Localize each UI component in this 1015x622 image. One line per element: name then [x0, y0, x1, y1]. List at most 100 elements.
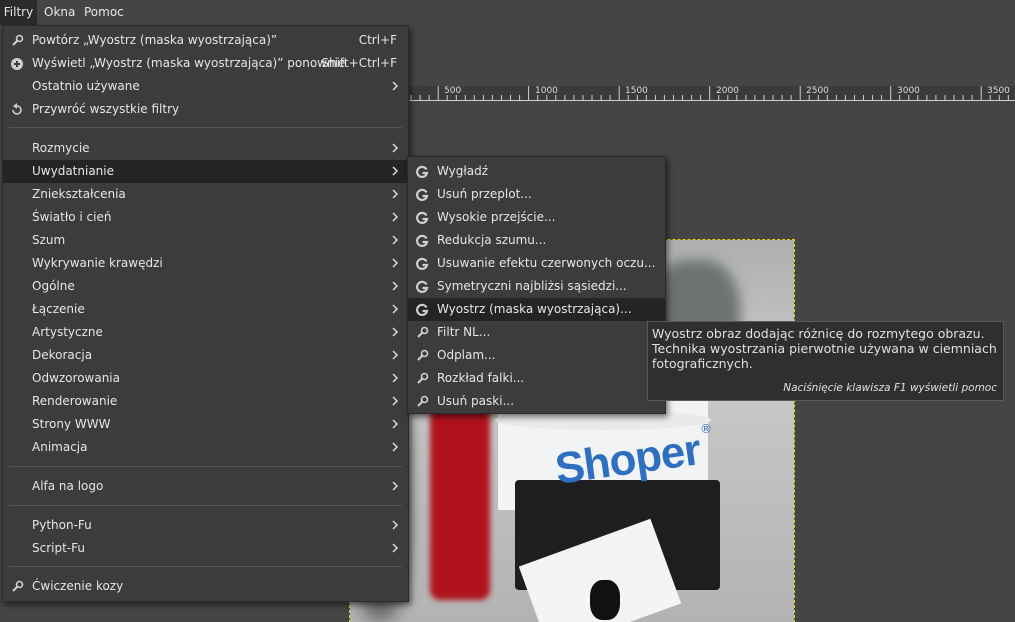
menu-item-blur[interactable]: Rozmycie — [3, 137, 408, 160]
filters-menu: Powtórz „Wyostrz (maska wyostrzająca)” C… — [2, 25, 409, 602]
menu-item-combine[interactable]: Łączenie — [3, 298, 408, 321]
plugin-icon — [12, 34, 24, 46]
chevron-right-icon — [392, 304, 399, 314]
menu-item-reset-all-filters[interactable]: Przywróć wszystkie filtry — [3, 98, 408, 121]
menu-item-label: Zniekształcenia — [32, 187, 126, 201]
menu-item-label: Artystyczne — [32, 325, 103, 339]
gegl-icon — [416, 257, 429, 270]
submenu-item-label: Wyostrz (maska wyostrzająca)... — [437, 302, 632, 316]
menu-separator — [9, 466, 402, 467]
submenu-item-label: Filtr NL... — [437, 325, 491, 339]
menu-item-label: Python-Fu — [32, 518, 92, 532]
menu-item-label: Strony WWW — [32, 417, 111, 431]
menu-item-artistic[interactable]: Artystyczne — [3, 321, 408, 344]
submenu-item-high-pass[interactable]: Wysokie przejście... — [408, 206, 665, 229]
chevron-right-icon — [392, 543, 399, 553]
ruler-label: 3000 — [897, 86, 920, 96]
submenu-item-deinterlace[interactable]: Usuń przeplot... — [408, 183, 665, 206]
menu-item-repeat-filter[interactable]: Powtórz „Wyostrz (maska wyostrzająca)” C… — [3, 29, 408, 52]
plugin-icon — [417, 395, 429, 407]
menu-item-render[interactable]: Renderowanie — [3, 390, 408, 413]
menu-help[interactable]: Pomoc — [84, 0, 124, 25]
submenu-item-unsharp-mask[interactable]: Wyostrz (maska wyostrzająca)... — [408, 298, 665, 321]
submenu-item-red-eye-removal[interactable]: Usuwanie efektu czerwonych oczu... — [408, 252, 665, 275]
menu-filters[interactable]: Filtry — [0, 0, 37, 25]
menu-item-script-fu[interactable]: Script-Fu — [3, 537, 408, 560]
menu-item-reshow-filter[interactable]: Wyświetl „Wyostrz (maska wyostrzająca)” … — [3, 52, 408, 75]
submenu-item-wavelet-decompose[interactable]: Rozkład falki... — [408, 367, 665, 390]
registered-mark: ® — [700, 422, 712, 436]
plugin-icon — [417, 326, 429, 338]
submenu-item-nl-filter[interactable]: Filtr NL... — [408, 321, 665, 344]
plugin-icon — [417, 372, 429, 384]
submenu-item-destripe[interactable]: Usuń paski... — [408, 390, 665, 413]
filter-tooltip: Wyostrz obraz dodając różnicę do rozmyte… — [647, 321, 1004, 401]
menu-item-noise[interactable]: Szum — [3, 229, 408, 252]
menu-item-label: Script-Fu — [32, 541, 85, 555]
chevron-right-icon — [392, 166, 399, 176]
gegl-icon — [416, 234, 429, 247]
chevron-right-icon — [392, 258, 399, 268]
submenu-item-noise-reduction[interactable]: Redukcja szumu... — [408, 229, 665, 252]
chevron-right-icon — [392, 481, 399, 491]
menu-item-edge-detect[interactable]: Wykrywanie krawędzi — [3, 252, 408, 275]
paper-hole — [590, 580, 620, 620]
submenu-item-label: Symetryczni najbliżsi sąsiedzi... — [437, 279, 627, 293]
reshow-icon — [11, 58, 23, 70]
chevron-right-icon — [392, 419, 399, 429]
menu-item-label: Dekoracja — [32, 348, 93, 362]
gegl-icon — [416, 188, 429, 201]
chevron-right-icon — [392, 281, 399, 291]
ruler-label: 1500 — [625, 86, 648, 96]
menu-item-label: Alfa na logo — [32, 479, 104, 493]
submenu-item-label: Wygładź — [437, 164, 489, 178]
tooltip-text: Wyostrz obraz dodając różnicę do rozmyte… — [652, 326, 997, 371]
menu-item-decor[interactable]: Dekoracja — [3, 344, 408, 367]
menu-item-label: Powtórz „Wyostrz (maska wyostrzająca)” — [32, 33, 278, 47]
menu-item-label: Łączenie — [32, 302, 85, 316]
menu-item-python-fu[interactable]: Python-Fu — [3, 514, 408, 537]
menu-item-label: Rozmycie — [32, 141, 90, 155]
chevron-right-icon — [392, 327, 399, 337]
enhance-submenu: Wygładź Usuń przeplot... Wysokie przejście… — [407, 156, 666, 414]
menu-item-goat-exercise[interactable]: Ćwiczenie kozy — [3, 575, 408, 598]
chevron-right-icon — [392, 189, 399, 199]
menu-item-web[interactable]: Strony WWW — [3, 413, 408, 436]
submenu-item-despeckle[interactable]: Odplam... — [408, 344, 665, 367]
menubar: Filtry Okna Pomoc — [0, 0, 1015, 25]
gegl-icon — [416, 165, 429, 178]
chevron-right-icon — [392, 442, 399, 452]
submenu-item-smooth[interactable]: Wygładź — [408, 160, 665, 183]
menu-windows[interactable]: Okna — [44, 0, 75, 25]
ruler-label: 2000 — [716, 86, 739, 96]
menu-item-label: Animacja — [32, 440, 88, 454]
menu-item-label: Wykrywanie krawędzi — [32, 256, 163, 270]
submenu-item-label: Usuń przeplot... — [437, 187, 532, 201]
submenu-item-symmetric-nearest-neighbor[interactable]: Symetryczni najbliżsi sąsiedzi... — [408, 275, 665, 298]
menu-item-label: Światło i cień — [32, 210, 112, 224]
ruler-label: 2500 — [806, 86, 829, 96]
menu-item-light-and-shadow[interactable]: Światło i cień — [3, 206, 408, 229]
menu-item-label: Szum — [32, 233, 66, 247]
chevron-right-icon — [392, 396, 399, 406]
ruler-label: 3500 — [987, 86, 1010, 96]
menu-item-map[interactable]: Odwzorowania — [3, 367, 408, 390]
horizontal-ruler[interactable]: 500 1000 1500 2000 2500 3000 3500 — [407, 86, 1015, 101]
menu-item-label: Odwzorowania — [32, 371, 120, 385]
gegl-icon — [416, 211, 429, 224]
submenu-item-label: Usuń paski... — [437, 394, 515, 408]
menu-item-generic[interactable]: Ogólne — [3, 275, 408, 298]
submenu-item-label: Rozkład falki... — [437, 371, 525, 385]
shortcut-label: Ctrl+F — [358, 33, 397, 47]
menu-item-label: Renderowanie — [32, 394, 118, 408]
reset-icon — [12, 103, 22, 115]
menu-item-label: Uwydatnianie — [32, 164, 114, 178]
menu-item-enhance[interactable]: Uwydatnianie — [3, 160, 408, 183]
red-object — [430, 400, 490, 600]
menu-item-recently-used[interactable]: Ostatnio używane — [3, 75, 408, 98]
ruler-label: 1000 — [535, 86, 558, 96]
menu-item-animation[interactable]: Animacja — [3, 436, 408, 459]
menu-item-alpha-to-logo[interactable]: Alfa na logo — [3, 475, 408, 498]
ruler-label: 500 — [444, 86, 462, 96]
menu-item-distorts[interactable]: Zniekształcenia — [3, 183, 408, 206]
